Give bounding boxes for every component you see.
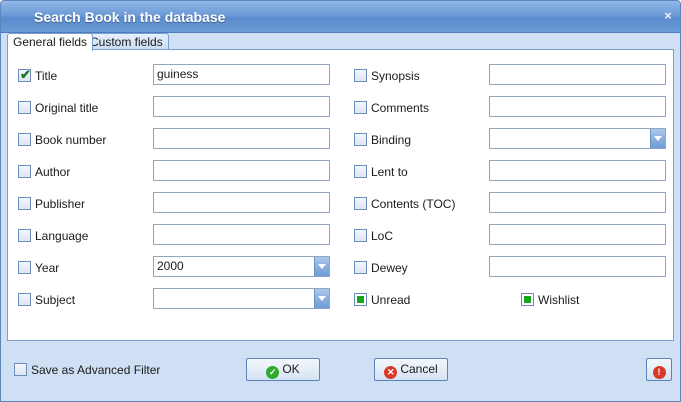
publisher-checkbox[interactable]: [18, 197, 31, 210]
year-label: Year: [35, 261, 60, 275]
save-filter-checkbox[interactable]: [14, 363, 27, 376]
search-book-dialog: Search Book in the database × General fi…: [0, 0, 681, 402]
help-button[interactable]: !: [646, 358, 672, 381]
chevron-down-icon[interactable]: [314, 257, 329, 276]
title-checkbox[interactable]: ✔: [18, 67, 31, 82]
dewey-input[interactable]: [489, 256, 666, 277]
title-bar[interactable]: Search Book in the database ×: [1, 1, 680, 33]
book-number-input[interactable]: [153, 128, 330, 149]
cancel-label: Cancel: [400, 362, 438, 376]
language-input[interactable]: [153, 224, 330, 245]
wishlist-label: Wishlist: [538, 293, 580, 307]
subject-checkbox[interactable]: [18, 293, 31, 306]
book-number-label: Book number: [35, 133, 107, 147]
year-select[interactable]: 2000: [153, 256, 330, 277]
contents-toc-input[interactable]: [489, 192, 666, 213]
ok-button[interactable]: ✓ OK: [246, 358, 320, 381]
save-filter-label: Save as Advanced Filter: [31, 363, 161, 377]
original-title-input[interactable]: [153, 96, 330, 117]
publisher-label: Publisher: [35, 197, 86, 211]
year-value: 2000: [157, 259, 184, 273]
dialog-title: Search Book in the database: [34, 9, 226, 25]
general-fields-panel: ✔ Title guiness Original title Book numb…: [7, 49, 674, 341]
chevron-down-icon[interactable]: [314, 289, 329, 308]
loc-checkbox[interactable]: [354, 229, 367, 242]
check-icon: ✔: [20, 67, 31, 82]
original-title-checkbox[interactable]: [18, 101, 31, 114]
loc-label: LoC: [371, 229, 394, 243]
comments-label: Comments: [371, 101, 430, 115]
close-icon[interactable]: ×: [661, 9, 675, 23]
synopsis-label: Synopsis: [371, 69, 420, 83]
book-number-checkbox[interactable]: [18, 133, 31, 146]
unread-label: Unread: [371, 293, 411, 307]
lent-to-input[interactable]: [489, 160, 666, 181]
unread-toggle[interactable]: [354, 293, 367, 306]
year-checkbox[interactable]: [18, 261, 31, 274]
dewey-checkbox[interactable]: [354, 261, 367, 274]
lent-to-label: Lent to: [371, 165, 408, 179]
tab-general-fields[interactable]: General fields: [7, 33, 94, 51]
x-circle-icon: ✕: [384, 366, 398, 379]
ok-label: OK: [282, 362, 300, 376]
comments-input[interactable]: [489, 96, 666, 117]
title-input[interactable]: guiness: [153, 64, 330, 85]
alert-icon: !: [652, 366, 666, 379]
author-label: Author: [35, 165, 71, 179]
dewey-label: Dewey: [371, 261, 408, 275]
subject-label: Subject: [35, 293, 76, 307]
author-checkbox[interactable]: [18, 165, 31, 178]
wishlist-toggle[interactable]: [521, 293, 534, 306]
title-label: Title: [35, 69, 58, 83]
subject-select[interactable]: [153, 288, 330, 309]
author-input[interactable]: [153, 160, 330, 181]
binding-label: Binding: [371, 133, 412, 147]
synopsis-checkbox[interactable]: [354, 69, 367, 82]
tab-custom-fields[interactable]: Custom fields: [84, 33, 169, 50]
comments-checkbox[interactable]: [354, 101, 367, 114]
chevron-down-icon[interactable]: [650, 129, 665, 148]
loc-input[interactable]: [489, 224, 666, 245]
synopsis-input[interactable]: [489, 64, 666, 85]
binding-checkbox[interactable]: [354, 133, 367, 146]
language-checkbox[interactable]: [18, 229, 31, 242]
cancel-button[interactable]: ✕ Cancel: [374, 358, 448, 381]
original-title-label: Original title: [35, 101, 99, 115]
contents-toc-checkbox[interactable]: [354, 197, 367, 210]
check-icon: ✓: [266, 366, 280, 379]
publisher-input[interactable]: [153, 192, 330, 213]
lent-to-checkbox[interactable]: [354, 165, 367, 178]
binding-select[interactable]: [489, 128, 666, 149]
language-label: Language: [35, 229, 89, 243]
contents-toc-label: Contents (TOC): [371, 197, 456, 211]
